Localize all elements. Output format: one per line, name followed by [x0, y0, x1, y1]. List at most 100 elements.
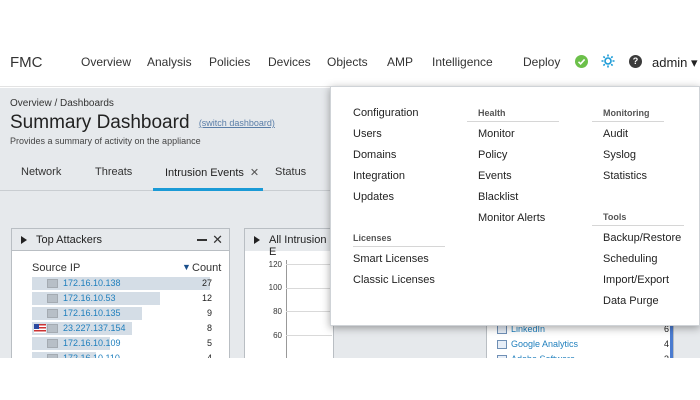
grid-line — [286, 264, 332, 265]
menu-divider — [467, 121, 559, 122]
menu-health-events[interactable]: Events — [478, 170, 512, 182]
menu-statistics[interactable]: Statistics — [603, 170, 647, 182]
attacker-row[interactable]: 172.16.10.53 12 — [32, 292, 212, 305]
system-dropdown-menu: Configuration Users Domains Integration … — [330, 86, 700, 326]
tab-network[interactable]: Network — [21, 166, 61, 178]
menu-heading-monitoring: Monitoring — [603, 108, 650, 118]
attack-count: 8 — [206, 323, 212, 333]
grid-line — [286, 311, 332, 312]
attacker-row[interactable]: 172.16.10.109 5 — [32, 337, 212, 350]
y-tick-label: 120 — [268, 260, 282, 269]
menu-health-monitor-alerts[interactable]: Monitor Alerts — [478, 212, 545, 224]
attack-count: 27 — [201, 278, 212, 288]
close-icon[interactable]: ✕ — [212, 232, 223, 248]
top-margin — [0, 0, 700, 38]
tab-intrusion-events[interactable]: Intrusion Events ✕ — [165, 166, 259, 179]
all-intrusion-events-widget: All Intrusion E — [244, 228, 334, 363]
collapse-triangle-icon[interactable] — [254, 236, 260, 244]
menu-updates[interactable]: Updates — [353, 191, 394, 203]
admin-menu[interactable]: admin ▾ — [652, 55, 698, 71]
menu-configuration[interactable]: Configuration — [353, 107, 418, 119]
brand-logo: FMC — [10, 54, 43, 71]
menu-syslog[interactable]: Syslog — [603, 149, 636, 161]
collapse-triangle-icon[interactable] — [21, 236, 27, 244]
source-ip-link[interactable]: 172.16.10.53 — [63, 293, 116, 303]
app-name[interactable]: Google Analytics — [511, 339, 578, 349]
menu-smart-licenses[interactable]: Smart Licenses — [353, 253, 429, 265]
grid-line — [286, 288, 332, 289]
widget-title: Top Attackers — [36, 234, 103, 246]
source-ip-link[interactable]: 172.16.10.109 — [63, 338, 121, 348]
attacker-row[interactable]: 172.16.10.135 9 — [32, 307, 212, 320]
menu-backup-restore[interactable]: Backup/Restore — [603, 232, 681, 244]
y-tick-label: 80 — [273, 307, 282, 316]
attacker-row[interactable]: 23.227.137.154 8 — [32, 322, 212, 335]
nav-devices[interactable]: Devices — [268, 55, 311, 69]
widget-title: All Intrusion E — [269, 234, 327, 258]
top-navbar: FMC Overview Analysis Policies Devices O… — [0, 38, 700, 87]
column-source-ip[interactable]: Source IP — [32, 262, 80, 274]
tab-close-icon[interactable]: ✕ — [250, 167, 259, 179]
tab-intrusion-events-label: Intrusion Events — [165, 167, 244, 179]
bottom-margin — [0, 358, 700, 400]
nav-intelligence[interactable]: Intelligence — [432, 55, 493, 69]
nav-analysis[interactable]: Analysis — [147, 55, 192, 69]
menu-heading-health: Health — [478, 108, 506, 118]
page-title: Summary Dashboard (switch dashboard) — [10, 112, 275, 134]
tab-status[interactable]: Status — [275, 166, 306, 178]
menu-import-export[interactable]: Import/Export — [603, 274, 669, 286]
chart-y-axis — [286, 260, 287, 358]
menu-domains[interactable]: Domains — [353, 149, 396, 161]
nav-amp[interactable]: AMP — [387, 55, 413, 69]
top-attackers-widget: Top Attackers ✕ Source IP ▼ Count 172.16… — [11, 228, 230, 365]
menu-data-purge[interactable]: Data Purge — [603, 295, 659, 307]
nav-overview[interactable]: Overview — [81, 55, 131, 69]
app-count: 4 — [664, 339, 670, 349]
count-bar — [32, 277, 210, 290]
column-count[interactable]: Count — [192, 262, 221, 274]
grid-line — [286, 335, 332, 336]
tab-threats[interactable]: Threats — [95, 166, 132, 178]
app-icon — [497, 325, 507, 334]
source-ip-link[interactable]: 172.16.10.138 — [63, 278, 121, 288]
y-tick-label: 60 — [273, 331, 282, 340]
nav-objects[interactable]: Objects — [327, 55, 368, 69]
source-ip-link[interactable]: 172.16.10.135 — [63, 308, 121, 318]
app-icon — [497, 340, 507, 349]
breadcrumb: Overview / Dashboards — [10, 98, 114, 109]
menu-scheduling[interactable]: Scheduling — [603, 253, 657, 265]
gear-icon[interactable] — [600, 53, 616, 69]
menu-health-policy[interactable]: Policy — [478, 149, 507, 161]
switch-dashboard-link[interactable]: (switch dashboard) — [199, 118, 275, 128]
help-icon[interactable]: ? — [629, 55, 642, 68]
attack-count: 12 — [201, 293, 212, 303]
menu-divider — [592, 121, 664, 122]
menu-users[interactable]: Users — [353, 128, 382, 140]
y-tick-label: 100 — [268, 283, 282, 292]
host-icon — [47, 279, 58, 288]
sort-desc-icon[interactable]: ▼ — [182, 262, 191, 272]
widget-header: All Intrusion E — [245, 229, 333, 258]
host-icon — [47, 324, 58, 333]
menu-heading-licenses: Licenses — [353, 233, 392, 243]
menu-integration[interactable]: Integration — [353, 170, 405, 182]
minimize-icon[interactable] — [197, 239, 207, 241]
attacker-row[interactable]: 172.16.10.138 27 — [32, 277, 212, 290]
menu-divider — [592, 225, 684, 226]
host-icon — [47, 339, 58, 348]
active-tab-indicator — [153, 188, 263, 191]
menu-classic-licenses[interactable]: Classic Licenses — [353, 274, 435, 286]
host-icon — [47, 309, 58, 318]
attack-count: 9 — [206, 308, 212, 318]
page-subtitle: Provides a summary of activity on the ap… — [10, 136, 201, 146]
source-ip-link[interactable]: 23.227.137.154 — [63, 323, 126, 333]
menu-audit[interactable]: Audit — [603, 128, 628, 140]
host-icon — [47, 294, 58, 303]
status-check-icon[interactable] — [575, 55, 588, 68]
menu-heading-tools: Tools — [603, 212, 627, 222]
nav-policies[interactable]: Policies — [209, 55, 250, 69]
menu-divider — [353, 246, 445, 247]
deploy-button[interactable]: Deploy — [523, 55, 560, 69]
menu-health-blacklist[interactable]: Blacklist — [478, 191, 518, 203]
menu-health-monitor[interactable]: Monitor — [478, 128, 515, 140]
